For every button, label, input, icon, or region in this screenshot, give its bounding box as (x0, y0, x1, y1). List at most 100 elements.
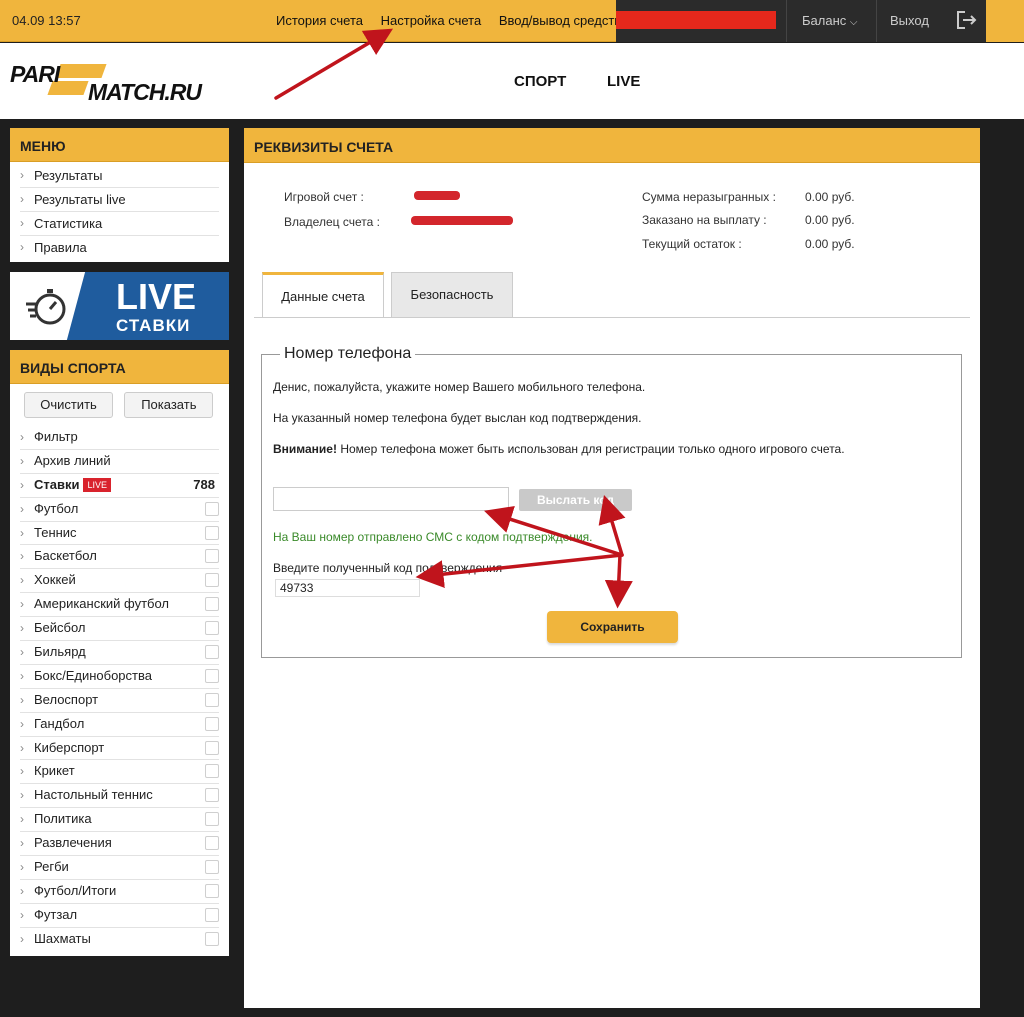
menu-item-rules[interactable]: › Правила (20, 236, 219, 260)
sports-title: ВИДЫ СПОРТА (10, 350, 229, 384)
sports-item[interactable]: › Теннис (20, 522, 219, 546)
sports-item-checkbox[interactable] (205, 549, 219, 564)
show-button[interactable]: Показать (124, 392, 214, 418)
sports-item-checkbox[interactable] (205, 836, 219, 851)
chevron-right-icon: › (20, 812, 24, 827)
sports-item[interactable]: › Политика (20, 808, 219, 833)
sports-item-checkbox[interactable] (205, 597, 219, 612)
sports-filter[interactable]: › Фильтр (20, 426, 219, 450)
chevron-right-icon: › (20, 692, 24, 707)
sports-item[interactable]: › Футзал (20, 904, 219, 928)
sports-item-checkbox[interactable] (205, 883, 219, 898)
menu-item-statistics[interactable]: › Статистика (20, 212, 219, 236)
chevron-right-icon: › (20, 192, 24, 206)
clock: 04.09 13:57 (12, 13, 81, 28)
code-input[interactable]: 49733 (275, 579, 420, 597)
sports-item-label: Настольный теннис (34, 787, 153, 803)
chevron-right-icon: › (20, 573, 24, 588)
redacted-owner (411, 216, 513, 225)
sports-item[interactable]: › Велоспорт (20, 689, 219, 713)
sports-item[interactable]: › Бокс/Единоборства (20, 665, 219, 689)
sports-item-checkbox[interactable] (205, 788, 219, 803)
sports-item[interactable]: › Киберспорт (20, 737, 219, 761)
banner-subtitle: СТАВКИ (116, 316, 191, 335)
logout-link[interactable]: Выход (890, 13, 929, 28)
sports-item[interactable]: › Настольный теннис (20, 784, 219, 809)
sports-item[interactable]: › Регби (20, 856, 219, 880)
sports-item-checkbox[interactable] (205, 812, 219, 827)
sports-item[interactable]: › Бильярд (20, 641, 219, 665)
nav-sport[interactable]: СПОРТ (514, 73, 566, 90)
chevron-right-icon: › (20, 788, 24, 803)
sports-item[interactable]: › Хоккей (20, 569, 219, 594)
sports-item[interactable]: › Футбол/Итоги (20, 880, 219, 904)
menu-item-label: Результаты live (34, 192, 126, 207)
logo-text-top: PARI (10, 61, 60, 87)
sports-live-bets[interactable]: › Ставки LIVE 788 (20, 474, 219, 498)
menu-panel: МЕНЮ › Результаты › Результаты live › Стати… (10, 128, 229, 262)
sports-item-checkbox[interactable] (205, 907, 219, 922)
tab-account-data[interactable]: Данные счета (262, 272, 384, 318)
owner-label: Владелец счета : (284, 215, 380, 229)
link-account-settings[interactable]: Настройка счета (381, 13, 482, 28)
nav-live[interactable]: LIVE (607, 73, 640, 90)
unplayed-label: Сумма неразыгранных : (642, 190, 776, 204)
banner-title: LIVE (116, 276, 197, 317)
sports-archive[interactable]: › Архив линий (20, 450, 219, 474)
sports-item[interactable]: › Футбол (20, 498, 219, 522)
sports-item-label: Футбол (34, 500, 79, 516)
balance-dropdown[interactable]: Баланс ⌵ (802, 13, 857, 28)
logout-icon[interactable] (956, 10, 978, 30)
sports-item-label: Шахматы (34, 930, 91, 946)
sports-item-checkbox[interactable] (205, 860, 219, 875)
sports-item-checkbox[interactable] (205, 716, 219, 731)
chevron-right-icon: › (20, 716, 24, 731)
chevron-right-icon: › (20, 907, 24, 922)
sports-item-checkbox[interactable] (205, 931, 219, 946)
menu-item-results[interactable]: › Результаты (20, 164, 219, 188)
sports-item[interactable]: › Гандбол (20, 713, 219, 737)
clear-button[interactable]: Очистить (24, 392, 113, 418)
sports-item-checkbox[interactable] (205, 525, 219, 540)
account-label: Игровой счет : (284, 190, 364, 204)
menu-item-label: Правила (34, 240, 87, 255)
parimatch-logo[interactable]: PARI MATCH.RU (10, 61, 202, 105)
unplayed-value: 0.00 руб. (805, 190, 855, 204)
logo-stripe (55, 64, 107, 78)
menu-item-label: Результаты (34, 168, 103, 183)
save-button[interactable]: Сохранить (547, 611, 678, 643)
tab-security[interactable]: Безопасность (391, 272, 513, 318)
sports-item[interactable]: › Баскетбол (20, 545, 219, 570)
warning-bold: Внимание! (273, 442, 337, 456)
chevron-right-icon: › (20, 764, 24, 779)
sports-item-checkbox[interactable] (205, 764, 219, 779)
topbar-edge (986, 0, 1024, 42)
sports-item[interactable]: › Американский футбол (20, 593, 219, 618)
phone-input[interactable] (273, 487, 509, 511)
warning-text: Номер телефона может быть использован дл… (336, 442, 845, 456)
sports-item[interactable]: › Шахматы (20, 928, 219, 952)
sports-item[interactable]: › Развлечения (20, 832, 219, 857)
sports-item-label: Велоспорт (34, 691, 99, 707)
account-details-panel: РЕКВИЗИТЫ СЧЕТА Игровой счет : Владелец … (244, 128, 980, 1008)
sports-item-checkbox[interactable] (205, 621, 219, 636)
sports-item-checkbox[interactable] (205, 692, 219, 707)
sports-item-checkbox[interactable] (205, 573, 219, 588)
link-deposit-withdraw[interactable]: Ввод/вывод средств (499, 13, 621, 28)
sports-item-checkbox[interactable] (205, 668, 219, 683)
redacted-username (616, 11, 776, 29)
live-bets-banner[interactable]: LIVE СТАВКИ (10, 272, 229, 340)
phone-instruction: Денис, пожалуйста, укажите номер Вашего … (273, 380, 646, 394)
sports-item-checkbox[interactable] (205, 740, 219, 755)
link-account-history[interactable]: История счета (276, 13, 363, 28)
send-code-button[interactable]: Выслать код (519, 489, 632, 511)
sports-item-label: Баскетбол (34, 548, 97, 564)
sports-item[interactable]: › Бейсбол (20, 617, 219, 642)
sports-item[interactable]: › Крикет (20, 760, 219, 785)
chevron-right-icon: › (20, 621, 24, 636)
sports-item-checkbox[interactable] (205, 645, 219, 660)
menu-item-results-live[interactable]: › Результаты live (20, 188, 219, 212)
sports-item-checkbox[interactable] (205, 501, 219, 516)
sports-item-label: Гандбол (34, 715, 85, 731)
chevron-right-icon: › (20, 168, 24, 182)
